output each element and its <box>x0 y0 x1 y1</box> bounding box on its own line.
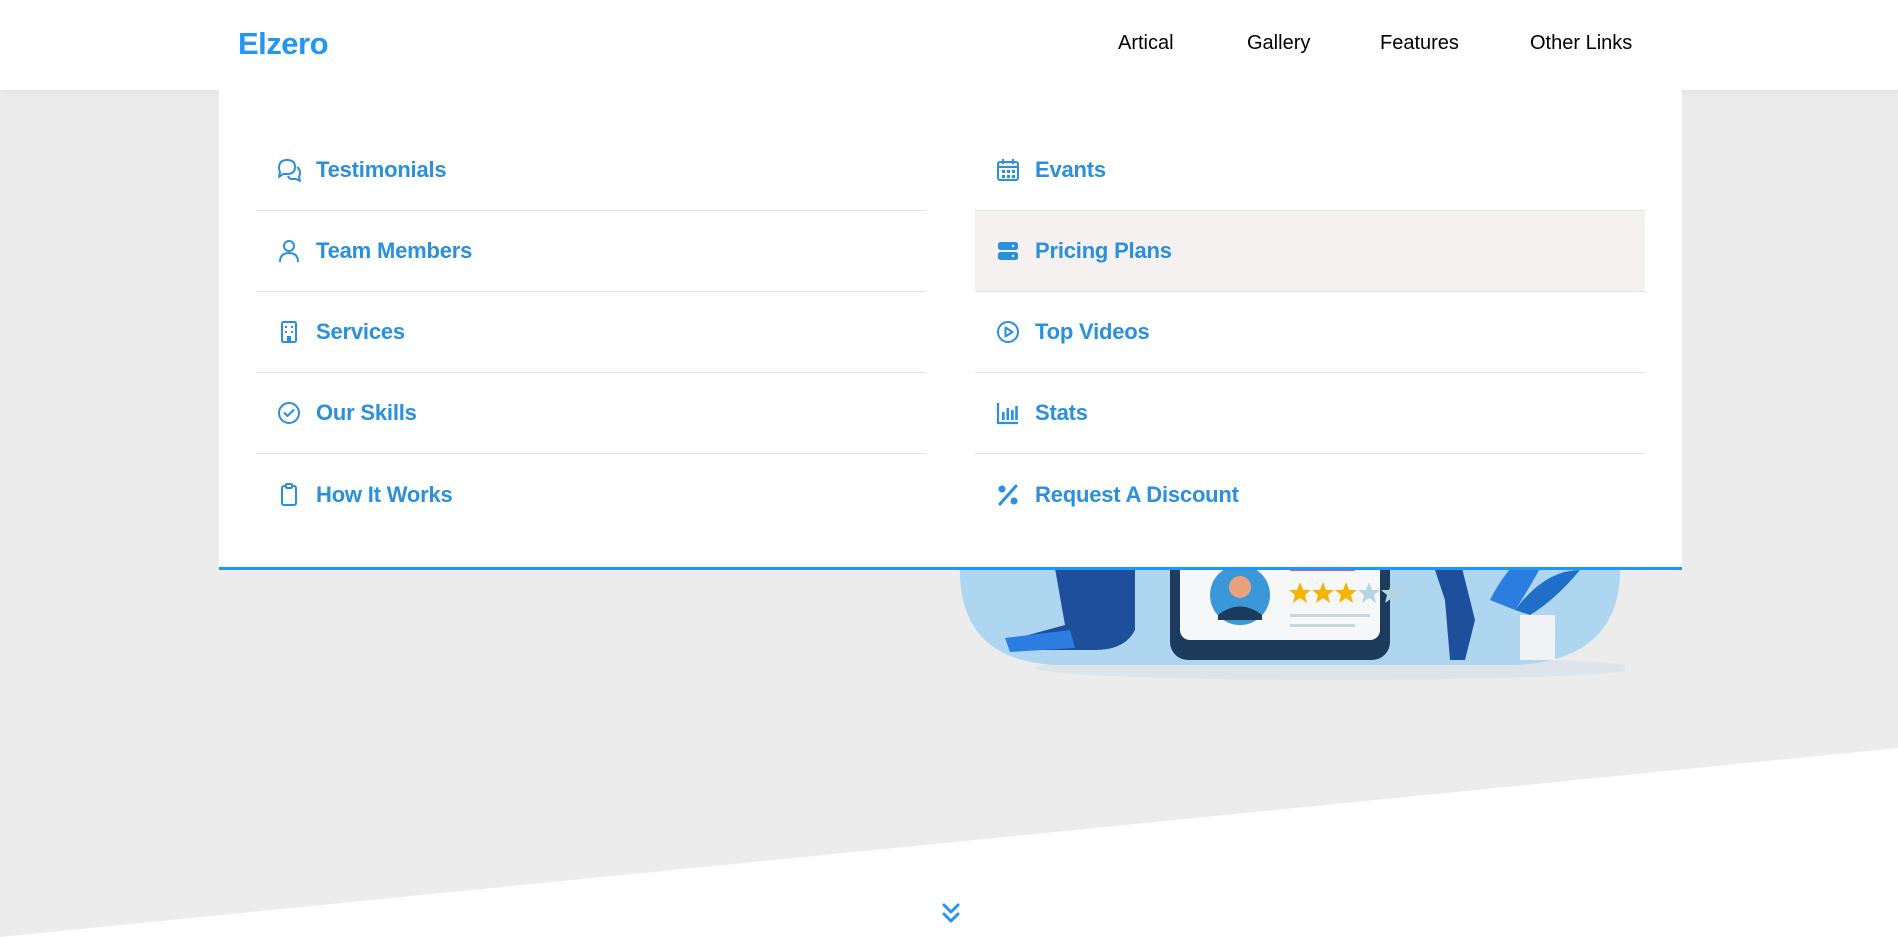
chart-bar-icon <box>995 400 1021 426</box>
nav-link-artical[interactable]: Artical <box>1118 32 1174 55</box>
menu-item-testimonials[interactable]: Testimonials <box>256 130 926 211</box>
nav-link-gallery[interactable]: Gallery <box>1247 32 1310 55</box>
mega-menu-left-column: Testimonials Team Members Services Our S… <box>256 130 926 535</box>
comments-icon <box>276 157 302 183</box>
play-circle-icon <box>995 319 1021 345</box>
site-header: Elzero Artical Gallery Features Other Li… <box>0 0 1898 90</box>
menu-item-label: How It Works <box>316 481 453 507</box>
check-circle-icon <box>276 400 302 426</box>
menu-item-label: Testimonials <box>316 157 447 182</box>
nav-link-features[interactable]: Features <box>1380 32 1459 55</box>
menu-item-evants[interactable]: Evants <box>975 130 1645 211</box>
mega-menu-right-column: Evants Pricing Plans Top Videos Stats Re… <box>975 130 1645 535</box>
mega-menu: Testimonials Team Members Services Our S… <box>219 90 1682 570</box>
menu-item-pricing-plans[interactable]: Pricing Plans <box>975 211 1645 292</box>
menu-item-label: Top Videos <box>1035 319 1150 344</box>
building-icon <box>276 319 302 345</box>
clipboard-icon <box>276 482 302 508</box>
menu-item-label: Our Skills <box>316 400 417 425</box>
calendar-icon <box>995 157 1021 183</box>
menu-item-request-a-discount[interactable]: Request A Discount <box>975 454 1645 535</box>
nav-link-other-links[interactable]: Other Links <box>1530 32 1632 55</box>
menu-item-team-members[interactable]: Team Members <box>256 211 926 292</box>
menu-item-stats[interactable]: Stats <box>975 373 1645 454</box>
menu-item-label: Request A Discount <box>1035 481 1239 507</box>
menu-item-label: Pricing Plans <box>1035 238 1172 263</box>
menu-item-label: Stats <box>1035 400 1088 425</box>
percent-icon <box>995 482 1021 508</box>
menu-item-label: Services <box>316 319 405 344</box>
menu-item-services[interactable]: Services <box>256 292 926 373</box>
menu-item-how-it-works[interactable]: How It Works <box>256 454 926 535</box>
user-icon <box>276 238 302 264</box>
menu-item-our-skills[interactable]: Our Skills <box>256 373 926 454</box>
menu-item-label: Team Members <box>316 238 473 263</box>
menu-item-top-videos[interactable]: Top Videos <box>975 292 1645 373</box>
menu-item-label: Evants <box>1035 157 1106 182</box>
main-nav: Artical Gallery Features Other Links <box>0 0 1898 90</box>
server-icon <box>995 238 1021 264</box>
double-chevron-down-icon[interactable] <box>941 902 961 924</box>
